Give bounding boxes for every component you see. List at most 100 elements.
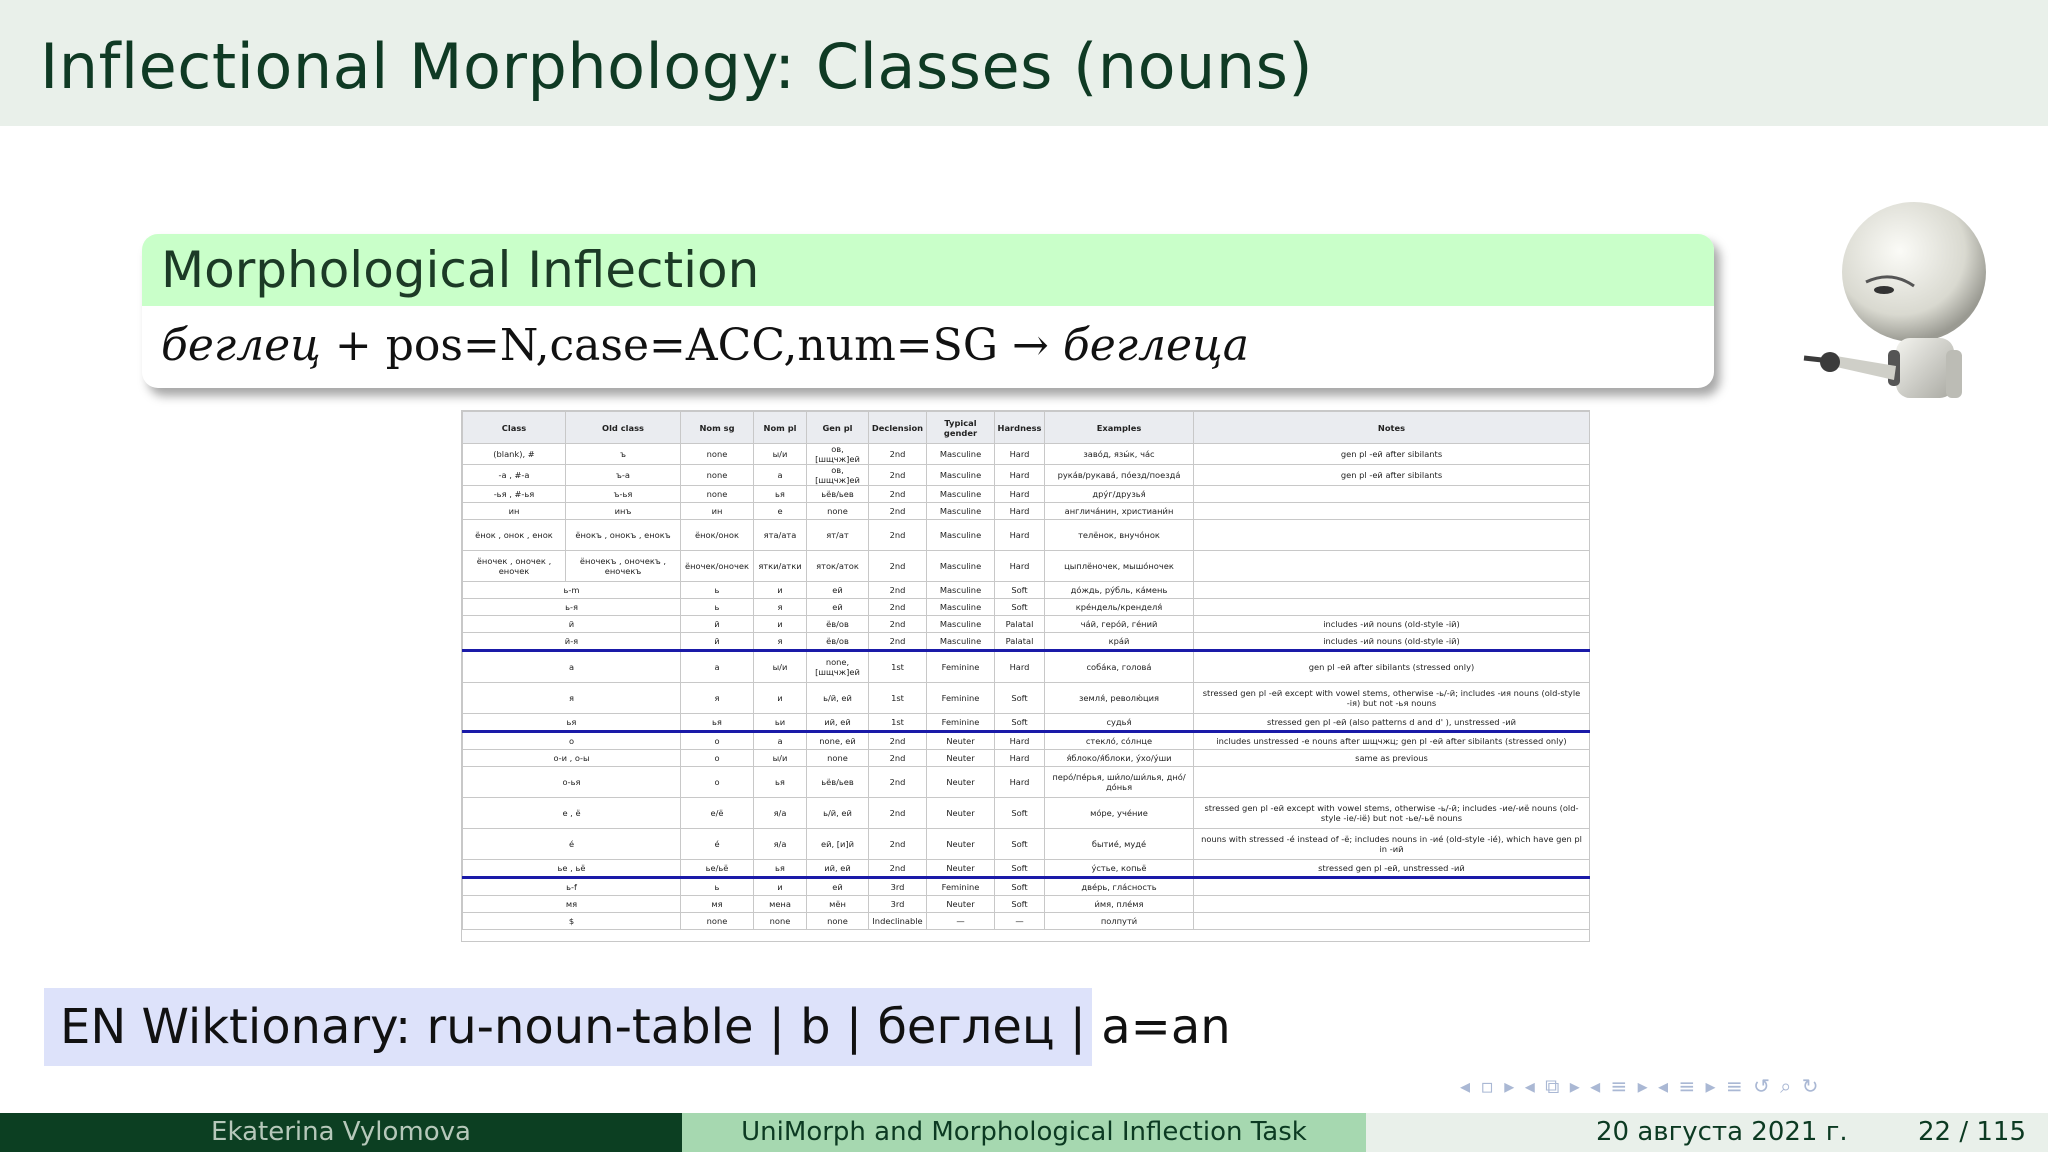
table-cell: Hard (994, 649, 1045, 683)
table-cell: 2nd (868, 581, 927, 599)
table-cell: includes -ий nouns (old-style -ій) (1193, 615, 1590, 633)
table-cell: Masculine (926, 519, 995, 551)
table-cell: ья (753, 485, 807, 503)
table-header-cell: Notes (1193, 411, 1590, 444)
table-row: ёночек , оночек , еночек ёночекъ , оночек… (462, 550, 1590, 582)
table-cell: Soft (994, 797, 1045, 829)
footer-title: UniMorph and Morphological Inflection Ta… (682, 1113, 1366, 1152)
table-cell: Neuter (926, 730, 995, 750)
table-cell: includes unstressed -е nouns after шщчжц… (1193, 730, 1590, 750)
table-cell: ей, [и]й (806, 828, 869, 860)
table-cell: ёв/ов (806, 632, 869, 651)
table-cell: и (753, 581, 807, 599)
table-cell: -ья , #-ья (462, 485, 566, 503)
table-cell: мён (806, 895, 869, 913)
table-cell: Indeclinable (868, 912, 927, 930)
table-cell: до́ждь, ру́бль, ка́мень (1044, 581, 1194, 599)
table-cell: Hard (994, 766, 1045, 798)
table-cell: Masculine (926, 550, 995, 582)
table-cell: none (753, 912, 807, 930)
table-cell: я/а (753, 797, 807, 829)
table-cell: Soft (994, 682, 1045, 714)
footer-date: 20 августа 2021 г. (1596, 1117, 1848, 1147)
table-cell: ь (680, 581, 754, 599)
table-cell: ча́й, геро́й, ге́ний (1044, 615, 1194, 633)
table-cell: Soft (994, 828, 1045, 860)
table-cell: о-и , о-ы (462, 749, 681, 767)
slide-footer: Ekaterina Vylomova UniMorph and Morpholo… (0, 1113, 2048, 1152)
table-cell: ёночекъ , оночекъ , еночекъ (565, 550, 681, 582)
table-cell: 2nd (868, 749, 927, 767)
table-cell: ья (753, 859, 807, 878)
table-row: $ none none none Indeclinable — — полпути́ (462, 912, 1590, 930)
table-cell: рука́в/рукава́, по́езд/поезда́ (1044, 464, 1194, 486)
table-cell: полпути́ (1044, 912, 1194, 930)
table-cell: судья́ (1044, 713, 1194, 732)
table-cell: й (462, 615, 681, 633)
table-row: -а , #-а ъ-а none а ов, [шщчж]ей 2nd Masculine… (462, 464, 1590, 486)
table-cell: none (806, 912, 869, 930)
table-cell: Soft (994, 876, 1045, 896)
table-row: й-я й я ёв/ов 2nd Masculine Palatal кра́й includ… (462, 632, 1590, 651)
table-cell: 1st (868, 713, 927, 732)
table-cell: мя (462, 895, 681, 913)
table-cell: Soft (994, 713, 1045, 732)
table-row: е , ё е/ё я/а ь/й, ей 2nd Neuter Soft мо́ре, уч… (462, 797, 1590, 829)
table-cell: 2nd (868, 859, 927, 878)
table-cell: Palatal (994, 632, 1045, 651)
table-cell: англича́нин, христиани́н (1044, 502, 1194, 520)
table-cell: й (680, 632, 754, 651)
table-cell: nouns with stressed -é instead of -ё; in… (1193, 828, 1590, 860)
table-cell: у́стье, копьё (1044, 859, 1194, 878)
block-title: Morphological Inflection (142, 234, 1714, 306)
table-row: ёнок , онок , енок ёнокъ , онокъ , енокъ ё… (462, 519, 1590, 551)
beamer-navigation-icons[interactable]: ◂ ▫ ▸ ◂ ⧉ ▸ ◂ ≡ ▸ ◂ ≡ ▸ ≡ ↺ ⌕ ↻ (1460, 1074, 2020, 1102)
table-cell: 2nd (868, 730, 927, 750)
table-cell: о (680, 730, 754, 750)
table-cell: stressed gen pl -ей except with vowel st… (1193, 682, 1590, 714)
table-cell: 2nd (868, 502, 927, 520)
table-cell (1193, 766, 1590, 798)
table-cell: ы/и (753, 649, 807, 683)
table-cell: и́мя, пле́мя (1044, 895, 1194, 913)
table-cell: а (680, 649, 754, 683)
table-cell: Masculine (926, 485, 995, 503)
table-cell: Soft (994, 895, 1045, 913)
table-cell: Hard (994, 550, 1045, 582)
table-cell: ёнок , онок , енок (462, 519, 566, 551)
table-cell: none (680, 485, 754, 503)
table-cell: ёночек , оночек , еночек (462, 550, 566, 582)
table-cell: а (753, 730, 807, 750)
table-cell: none, [шщчж]ей (806, 649, 869, 683)
table-header-cell: Old class (565, 411, 681, 444)
table-cell: мя (680, 895, 754, 913)
table-cell (1193, 519, 1590, 551)
table-cell: ий, ей (806, 713, 869, 732)
table-cell: Neuter (926, 797, 995, 829)
table-cell: ей (806, 581, 869, 599)
table-cell: ята/ата (753, 519, 807, 551)
table-cell: gen pl -ей after sibilants (1193, 443, 1590, 465)
table-cell (1193, 598, 1590, 616)
table-cell: é (462, 828, 681, 860)
table-cell: — (926, 912, 995, 930)
table-cell: 1st (868, 649, 927, 683)
table-cell: заво́д, язы́к, ча́с (1044, 443, 1194, 465)
table-row: ь-m ь и ей 2nd Masculine Soft до́ждь, ру́бль, к… (462, 581, 1590, 599)
table-cell: я (753, 598, 807, 616)
table-cell: мена (753, 895, 807, 913)
table-cell: ей (806, 598, 869, 616)
inflected-form: беглеца (1062, 320, 1249, 371)
table-cell: а (753, 464, 807, 486)
table-cell: яток/аток (806, 550, 869, 582)
table-cell: Palatal (994, 615, 1045, 633)
table-row: о-ья о ья ьёв/ьев 2nd Neuter Hard перо́/пе́рья,… (462, 766, 1590, 798)
table-cell: ъ-ья (565, 485, 681, 503)
table-cell: а (462, 649, 681, 683)
table-cell: телёнок, внучо́нок (1044, 519, 1194, 551)
table-row: (blank), # ъ none ы/и ов, [шщчж]ей 2nd Masculi… (462, 443, 1590, 465)
robot-image (1796, 190, 2016, 410)
table-cell: ья (462, 713, 681, 732)
table-cell: й-я (462, 632, 681, 651)
table-cell: Feminine (926, 649, 995, 683)
